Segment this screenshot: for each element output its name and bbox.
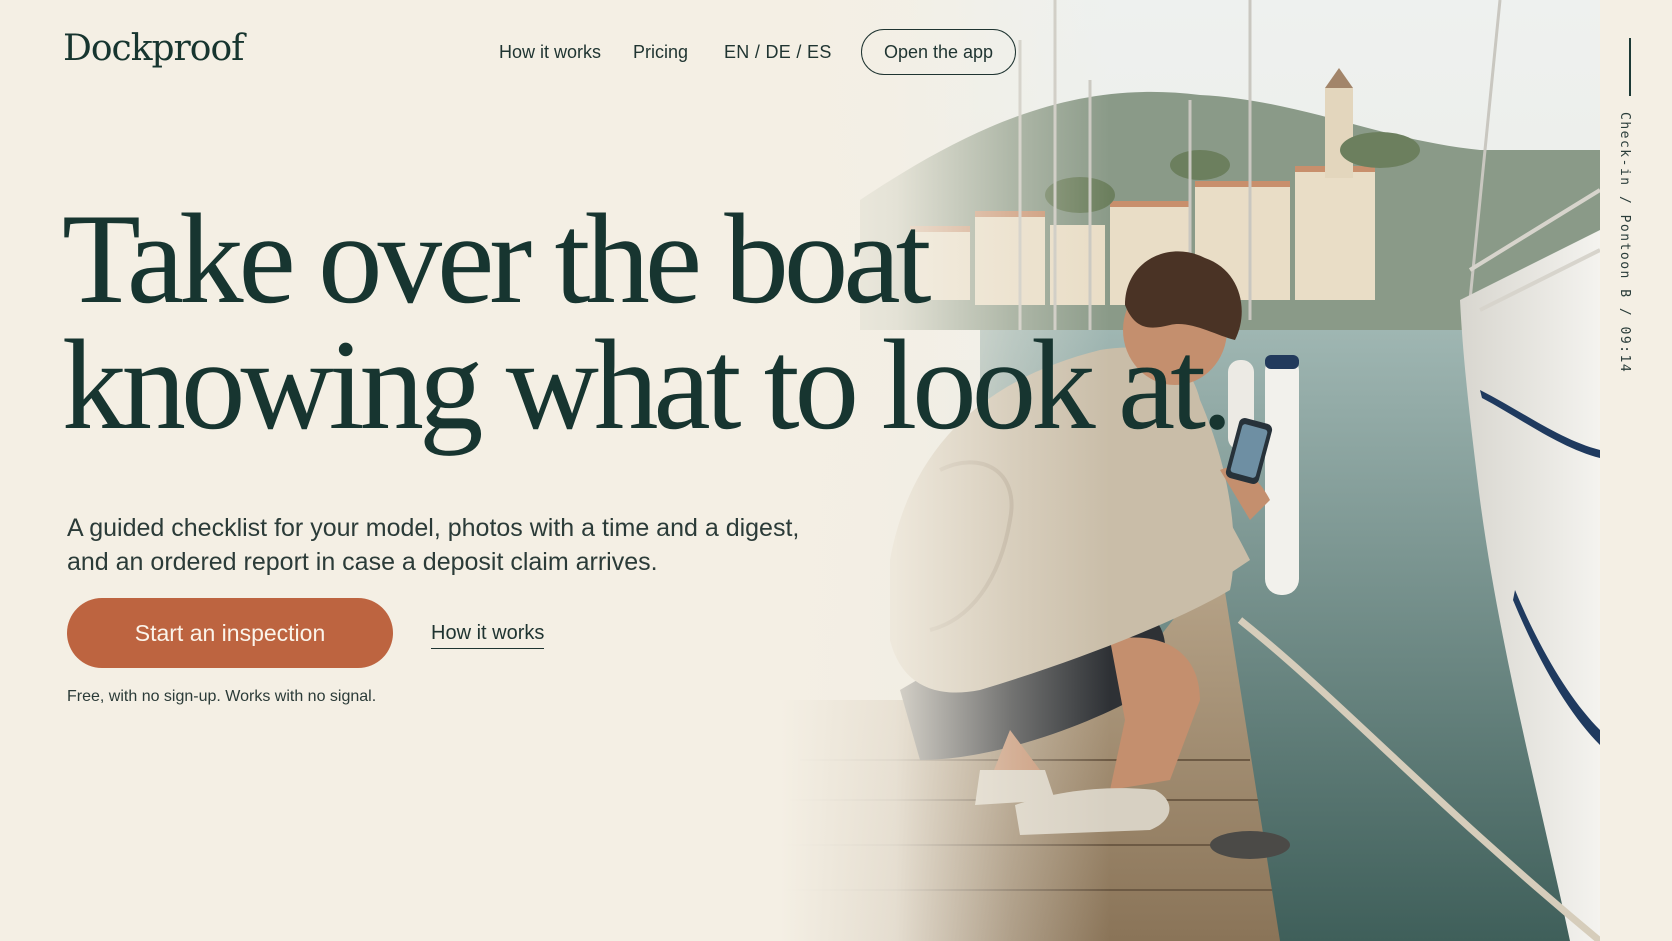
nav-how-it-works[interactable]: How it works — [499, 42, 601, 63]
headline-line-2: knowing what to look at. — [62, 313, 1233, 456]
how-it-works-link[interactable]: How it works — [431, 622, 545, 649]
logo[interactable]: Dockproof — [63, 28, 244, 69]
language-switcher[interactable]: EN / DE / ES — [724, 42, 832, 63]
subheadline-line-1: A guided checklist for your model, photo… — [67, 514, 800, 542]
cta-note: Free, with no sign-up. Works with no sig… — [67, 688, 377, 705]
open-app-button[interactable]: Open the app — [861, 29, 1016, 75]
side-label: Check-in / Pontoon B / 09:14 — [1617, 112, 1632, 374]
headline-line-1: Take over the boat — [62, 187, 931, 330]
hero-headline: Take over the boat knowing what to look … — [62, 187, 1233, 456]
subheadline-line-2: and an ordered report in case a deposit … — [67, 548, 658, 576]
photo-fade — [780, 0, 1110, 941]
nav-pricing[interactable]: Pricing — [633, 42, 688, 63]
rail-divider — [1629, 38, 1631, 96]
start-inspection-button[interactable]: Start an inspection — [67, 598, 393, 668]
hero-subheadline: A guided checklist for your model, photo… — [67, 511, 847, 579]
side-rail — [1600, 0, 1672, 941]
hero-photo — [780, 0, 1600, 941]
